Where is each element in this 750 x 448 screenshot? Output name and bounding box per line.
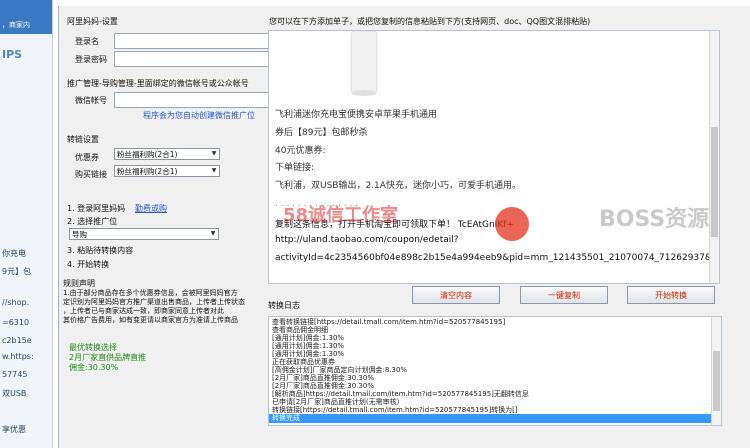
chevron-down-icon: ▼	[211, 167, 217, 174]
background-window-header: ，商家内	[0, 0, 52, 34]
copy-all-button[interactable]: 一键复制	[520, 286, 608, 304]
password-input[interactable]	[114, 51, 270, 67]
content-line: 飞利浦迷你充电宝便携安卓苹果手机通用	[275, 110, 438, 120]
clear-content-button[interactable]: 清空内容	[412, 286, 500, 304]
login-name-label: 登录名	[75, 37, 99, 46]
background-window-title: ，商家内	[2, 21, 30, 29]
conversion-log[interactable]: 查看转换链接[https://detail.tmall.com/item.htm…	[268, 316, 722, 426]
content-line: 40元优惠券:	[275, 146, 326, 156]
coupon-select-value: 粉丝福利购(2合1)	[117, 150, 178, 159]
watermark-right: BOSS资源	[599, 207, 710, 232]
alimama-section-title: 阿里妈妈-设置	[67, 17, 118, 26]
buy-link-label: 购买链接	[75, 170, 107, 179]
login-link[interactable]: 勤费或购	[135, 203, 167, 214]
login-name-input[interactable]	[114, 33, 270, 49]
buy-link-select[interactable]: 粉丝福利购(2合1) ▼	[114, 165, 220, 177]
log-title: 转换日志	[268, 301, 300, 310]
strip-item: 57745	[2, 370, 28, 379]
convert-settings-title: 转链设置	[67, 135, 99, 144]
product-image	[350, 31, 378, 96]
chevron-down-icon: ▼	[210, 230, 216, 237]
editor-scrollbar-thumb[interactable]	[711, 127, 718, 237]
content-line: http://uland.taobao.com/coupon/edetail?	[275, 235, 459, 245]
strip-item: w.https:	[2, 352, 34, 361]
adzone-select[interactable]: 导购 ▼	[69, 228, 219, 240]
step-paste: 3. 粘贴待转换内容	[67, 246, 134, 255]
strip-item: //shop.	[2, 298, 30, 307]
content-line: activityId=4c2354560bf04e898c2b15e4a994e…	[275, 253, 720, 263]
rules-text-line: 其价格广告费用，如有变更请以商家官方为准请上传商品	[63, 316, 238, 324]
step-login: 1. 登录阿里妈妈	[67, 204, 126, 213]
strip-item: 享优惠	[2, 425, 26, 434]
chevron-down-icon: ▼	[211, 150, 217, 157]
wechat-account-label: 微信帐号	[75, 96, 107, 105]
content-line: 券后【89元】包邮秒杀	[275, 128, 368, 138]
log-scrollbar-thumb[interactable]	[713, 351, 720, 411]
strip-item: 9元】包	[2, 267, 32, 276]
content-editor[interactable]: 飞利浦迷你充电宝便携安卓苹果手机通用 券后【89元】包邮秒杀 40元优惠券: 下…	[268, 30, 720, 284]
password-label: 登录密码	[75, 55, 107, 64]
auto-create-adzone-link[interactable]: 程序会为您自动创建微信推广位	[143, 110, 255, 121]
background-window-strip: ，商家内 IPS 你充电 9元】包 //shop. =6310 c2b15e w…	[0, 0, 53, 448]
promo-section-title: 推广管理-导购管理-里面绑定的微信帐号或公众帐号	[67, 79, 249, 88]
cursor-highlight	[495, 207, 529, 241]
strip-item: 双USB	[2, 389, 27, 398]
coupon-label: 优惠券	[75, 153, 99, 162]
strip-item: c2b15e	[2, 336, 32, 345]
step-start: 4. 开始转换	[67, 260, 110, 269]
step-select-adzone: 2. 选择推广位	[67, 217, 118, 226]
buy-link-select-value: 粉丝福利购(2合1)	[117, 167, 178, 176]
wechat-account-input[interactable]	[114, 92, 270, 108]
background-window-badge: IPS	[2, 48, 23, 61]
log-line-selected: 转换完成	[269, 414, 711, 423]
start-convert-button[interactable]: 开始转换	[627, 286, 715, 304]
adzone-select-value: 导购	[72, 230, 87, 239]
coupon-select[interactable]: 粉丝福利购(2合1) ▼	[114, 148, 220, 160]
watermark-left: 58诚信工作室	[283, 205, 399, 226]
content-line: 飞利浦，双USB输出，2.1A快充，迷你小巧，可爱手机通用。	[275, 181, 521, 191]
commission-label: 佣金:30.30%	[69, 363, 119, 372]
editor-scrollbar[interactable]	[709, 31, 719, 283]
paste-hint: 您可以在下方添加单子，或把您复制的信息粘贴到下方(支持网页、doc、QQ图文混排…	[269, 17, 591, 26]
log-scrollbar[interactable]	[711, 317, 721, 425]
strip-item: 你充电	[2, 249, 26, 258]
strip-item: =6310	[2, 318, 30, 327]
content-line: 下单链接:	[275, 163, 315, 173]
